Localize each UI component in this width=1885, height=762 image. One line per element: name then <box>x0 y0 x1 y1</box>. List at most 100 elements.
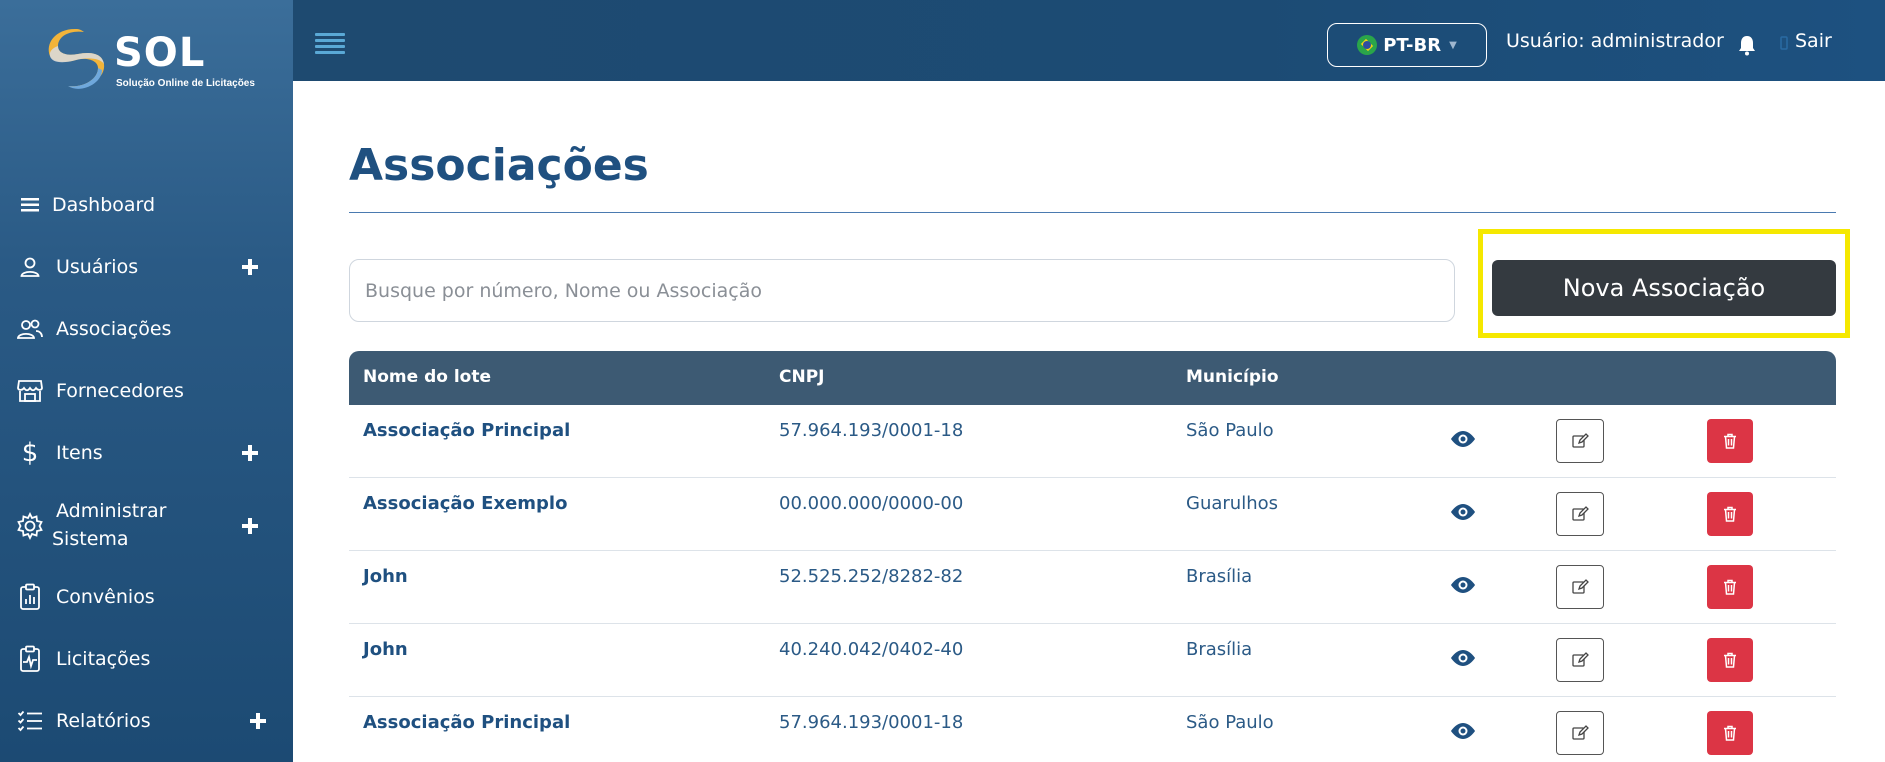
edit-button[interactable] <box>1556 638 1604 682</box>
column-header-city: Município <box>1186 367 1279 387</box>
cell-cnpj: 00.000.000/0000-00 <box>779 493 964 514</box>
plus-icon[interactable] <box>241 444 259 462</box>
cell-name: Associação Principal <box>363 712 571 733</box>
dollar-icon: $ <box>21 438 39 468</box>
sidebar-item-label: Dashboard <box>52 194 156 216</box>
edit-button[interactable] <box>1556 419 1604 463</box>
menu-toggle-icon[interactable] <box>315 33 345 54</box>
cell-cnpj: 57.964.193/0001-18 <box>779 712 964 733</box>
sidebar-item-fornecedores[interactable]: Fornecedores <box>0 366 293 416</box>
edit-icon <box>1572 433 1589 448</box>
sidebar-item-label: Usuários <box>56 256 139 278</box>
trash-icon <box>1724 652 1736 668</box>
table-body: Associação Principal 57.964.193/0001-18 … <box>349 405 1836 762</box>
edit-icon <box>1572 579 1589 594</box>
logout-button[interactable]: Sair <box>1795 30 1832 52</box>
table-row: Associação Exemplo 00.000.000/0000-00 Gu… <box>349 478 1836 551</box>
trash-icon <box>1724 725 1736 741</box>
edit-icon <box>1572 725 1589 740</box>
sol-logo-icon <box>48 29 105 89</box>
trash-icon <box>1724 579 1736 595</box>
page-title: Associações <box>349 140 649 191</box>
language-selector[interactable]: PT-BR ▼ <box>1327 23 1487 67</box>
brand-name: SOL <box>114 30 206 76</box>
sidebar-item-usuarios[interactable]: Usuários <box>0 242 293 292</box>
view-eye-icon[interactable] <box>1449 502 1477 522</box>
sidebar-item-label: Fornecedores <box>56 380 184 402</box>
bell-icon[interactable] <box>1737 34 1757 56</box>
plus-icon[interactable] <box>241 258 259 276</box>
user-icon <box>14 251 46 283</box>
cell-city: Guarulhos <box>1186 493 1278 514</box>
sidebar-item-label: Convênios <box>56 586 155 608</box>
table-header: Nome do lote CNPJ Município <box>349 351 1836 405</box>
delete-button[interactable] <box>1707 492 1753 536</box>
column-header-name: Nome do lote <box>363 367 491 387</box>
clipboard-chart-icon <box>14 581 46 613</box>
users-icon <box>14 313 46 345</box>
cell-name: John <box>363 566 408 587</box>
title-divider <box>349 212 1836 213</box>
sidebar-item-convenios[interactable]: Convênios <box>0 572 293 622</box>
logo[interactable]: SOL Solução Online de Licitações <box>40 22 260 102</box>
trash-icon <box>1724 506 1736 522</box>
cell-name: John <box>363 639 408 660</box>
sidebar-item-relatorios[interactable]: Relatórios <box>0 696 293 746</box>
plus-icon[interactable] <box>249 712 267 730</box>
brazil-flag-icon <box>1357 35 1378 55</box>
cell-cnpj: 52.525.252/8282-82 <box>779 566 964 587</box>
trash-icon <box>1724 433 1736 449</box>
view-eye-icon[interactable] <box>1449 575 1477 595</box>
brand-tagline: Solução Online de Licitações <box>116 78 255 89</box>
cell-cnpj: 57.964.193/0001-18 <box>779 420 964 441</box>
edit-icon <box>1572 506 1589 521</box>
cell-name: Associação Exemplo <box>363 493 568 514</box>
table-row: Associação Principal 57.964.193/0001-18 … <box>349 405 1836 478</box>
table-row: Associação Principal 57.964.193/0001-18 … <box>349 697 1836 762</box>
search-input[interactable] <box>349 259 1455 322</box>
topbar: PT-BR ▼ Usuário: administrador Sair <box>293 0 1885 81</box>
sidebar-item-label: Associações <box>56 318 172 340</box>
edit-button[interactable] <box>1556 492 1604 536</box>
caret-down-icon: ▼ <box>1449 39 1457 51</box>
cell-city: Brasília <box>1186 566 1253 587</box>
logout-icon[interactable] <box>1780 36 1790 50</box>
sidebar-item-label-line2: Sistema <box>52 528 129 550</box>
sidebar-item-itens[interactable]: $ Itens <box>0 428 293 478</box>
delete-button[interactable] <box>1707 638 1753 682</box>
table-row: John 40.240.042/0402-40 Brasília <box>349 624 1836 697</box>
store-icon <box>14 375 46 407</box>
plus-icon[interactable] <box>241 517 259 535</box>
list-check-icon <box>14 705 46 737</box>
sidebar-item-label: Licitações <box>56 648 151 670</box>
new-association-button[interactable]: Nova Associação <box>1492 260 1836 316</box>
edit-button[interactable] <box>1556 565 1604 609</box>
current-user: Usuário: administrador <box>1506 30 1724 52</box>
view-eye-icon[interactable] <box>1449 429 1477 449</box>
sidebar-item-licitacoes[interactable]: Licitações <box>0 634 293 684</box>
sidebar-item-label: Itens <box>56 442 103 464</box>
associations-table: Nome do lote CNPJ Município Associação P… <box>349 351 1836 762</box>
cell-city: Brasília <box>1186 639 1253 660</box>
sidebar-item-associacoes[interactable]: Associações <box>0 304 293 354</box>
sidebar-item-dashboard[interactable]: Dashboard <box>0 180 293 230</box>
edit-button[interactable] <box>1556 711 1604 755</box>
cell-city: São Paulo <box>1186 712 1274 733</box>
table-row: John 52.525.252/8282-82 Brasília <box>349 551 1836 624</box>
sidebar-item-label: Administrar <box>56 500 167 522</box>
bars-icon <box>14 189 46 221</box>
cell-cnpj: 40.240.042/0402-40 <box>779 639 964 660</box>
delete-button[interactable] <box>1707 565 1753 609</box>
column-header-cnpj: CNPJ <box>779 367 825 387</box>
cell-name: Associação Principal <box>363 420 571 441</box>
view-eye-icon[interactable] <box>1449 648 1477 668</box>
delete-button[interactable] <box>1707 711 1753 755</box>
sidebar: SOL Solução Online de Licitações Dashboa… <box>0 0 293 762</box>
sidebar-item-label: Relatórios <box>56 710 151 732</box>
clipboard-pulse-icon <box>14 643 46 675</box>
gear-icon <box>14 510 46 542</box>
language-label: PT-BR <box>1383 34 1442 56</box>
delete-button[interactable] <box>1707 419 1753 463</box>
sidebar-item-administrar-sistema[interactable]: Administrar Sistema <box>0 495 293 557</box>
view-eye-icon[interactable] <box>1449 721 1477 741</box>
